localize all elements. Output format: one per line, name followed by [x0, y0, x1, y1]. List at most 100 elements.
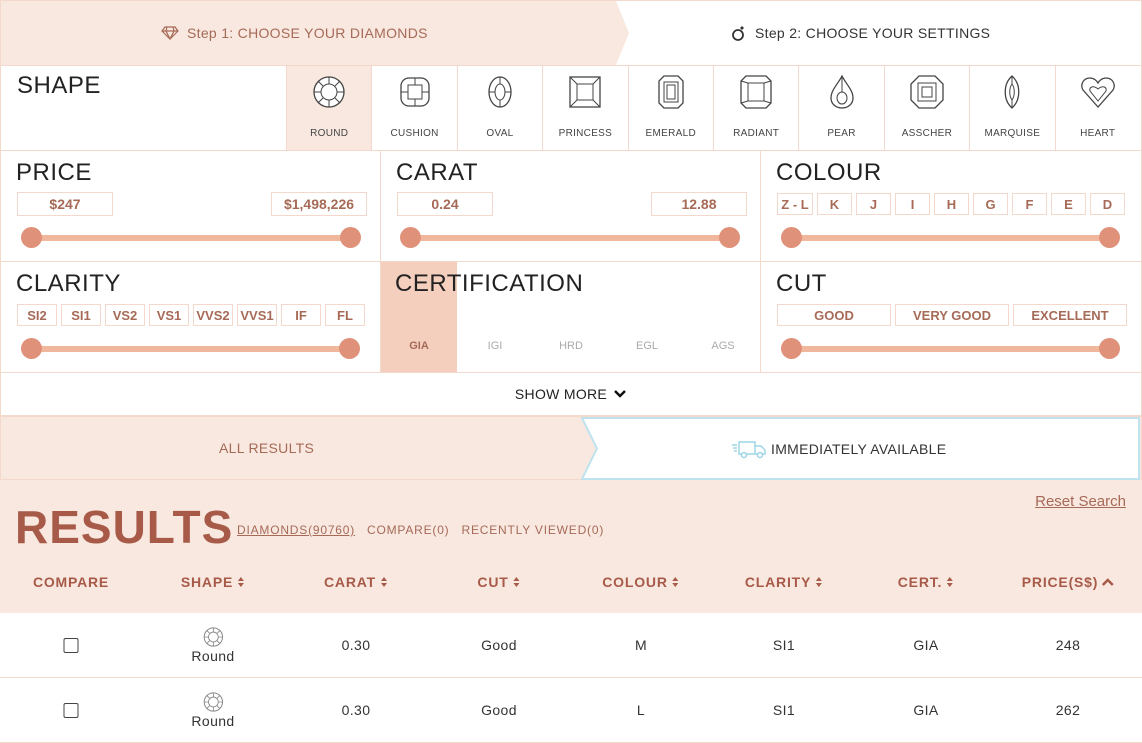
- marquise-diamond-icon: [1004, 75, 1020, 109]
- reset-search-link[interactable]: Reset Search: [1035, 493, 1126, 510]
- carat-max-input[interactable]: 12.88: [651, 192, 747, 216]
- carat-min-handle[interactable]: [400, 227, 421, 248]
- carat-max-handle[interactable]: [719, 227, 740, 248]
- cut-chip[interactable]: VERY GOOD: [895, 304, 1009, 326]
- cut-chip[interactable]: EXCELLENT: [1013, 304, 1127, 326]
- cut-min-handle[interactable]: [781, 338, 802, 359]
- column-header-carat[interactable]: CARAT: [324, 574, 388, 590]
- price-cell: 262: [1055, 702, 1081, 718]
- colour-chip[interactable]: H: [934, 193, 969, 215]
- column-header-price[interactable]: PRICE(S$): [1022, 574, 1115, 590]
- cut-filter: CUT GOOD VERY GOOD EXCELLENT: [760, 262, 1142, 373]
- clarity-chip[interactable]: SI1: [61, 304, 101, 326]
- colour-chip[interactable]: F: [1012, 193, 1047, 215]
- ring-icon: [732, 26, 744, 41]
- step-2-tab[interactable]: Step 2: CHOOSE YOUR SETTINGS: [731, 25, 990, 41]
- compare-count-link[interactable]: COMPARE(0): [367, 523, 449, 537]
- price-slider-track[interactable]: [23, 235, 357, 241]
- clarity-chip[interactable]: IF: [281, 304, 321, 326]
- shape-label: ROUND: [310, 128, 349, 139]
- colour-min-handle[interactable]: [781, 227, 802, 248]
- sort-icon: [947, 577, 954, 587]
- shape-option-heart[interactable]: HEART: [1054, 66, 1140, 150]
- shape-option-marquise[interactable]: MARQUISE: [969, 66, 1054, 150]
- immediately-available-label: IMMEDIATELY AVAILABLE: [771, 441, 947, 457]
- cert-cell: GIA: [913, 702, 939, 718]
- sort-ascending-icon: [1102, 577, 1115, 586]
- cert-option-ags[interactable]: AGS: [685, 262, 761, 372]
- shape-option-round[interactable]: ROUND: [286, 66, 372, 150]
- compare-checkbox[interactable]: [63, 637, 79, 653]
- colour-cell: L: [636, 702, 646, 718]
- colour-slider-track[interactable]: [783, 235, 1119, 241]
- table-row[interactable]: Round 0.30 Good M SI1 GIA 248: [0, 613, 1142, 678]
- cut-max-handle[interactable]: [1099, 338, 1120, 359]
- column-header-colour[interactable]: COLOUR: [602, 574, 679, 590]
- shape-option-asscher[interactable]: ASSCHER: [883, 66, 969, 150]
- colour-chip[interactable]: I: [895, 193, 930, 215]
- clarity-chip[interactable]: FL: [325, 304, 365, 326]
- column-header-cut[interactable]: CUT: [477, 574, 520, 590]
- sort-icon: [672, 577, 679, 587]
- shape-option-princess[interactable]: PRINCESS: [542, 66, 627, 150]
- diamonds-count-link[interactable]: DIAMONDS(90760): [237, 523, 355, 537]
- colour-max-handle[interactable]: [1099, 227, 1120, 248]
- shape-cell: Round: [191, 678, 234, 742]
- shape-option-oval[interactable]: OVAL: [456, 66, 542, 150]
- colour-filter: COLOUR Z - L K J I H G F E D: [760, 151, 1142, 262]
- column-header-clarity[interactable]: CLARITY: [745, 574, 823, 590]
- show-more-label: SHOW MORE: [514, 386, 608, 402]
- recently-viewed-link[interactable]: RECENTLY VIEWED(0): [461, 523, 604, 537]
- clarity-min-handle[interactable]: [21, 338, 42, 359]
- availability-tabs: ALL RESULTS IMMEDIATELY AVAILABLE: [0, 416, 1142, 480]
- clarity-chip[interactable]: VVS1: [237, 304, 277, 326]
- clarity-max-handle[interactable]: [339, 338, 360, 359]
- table-row[interactable]: Round 0.30 Good L SI1 GIA 262: [0, 678, 1142, 743]
- cut-chip[interactable]: GOOD: [777, 304, 891, 326]
- carat-min-input[interactable]: 0.24: [397, 192, 493, 216]
- column-header-shape[interactable]: SHAPE: [181, 574, 245, 590]
- clarity-cell: SI1: [772, 702, 796, 718]
- immediately-available-tab[interactable]: IMMEDIATELY AVAILABLE: [581, 417, 1141, 480]
- shape-option-pear[interactable]: PEAR: [798, 66, 883, 150]
- clarity-chip[interactable]: VS1: [149, 304, 189, 326]
- show-more-button[interactable]: SHOW MORE: [0, 373, 1142, 416]
- shape-option-cushion[interactable]: CUSHION: [371, 66, 456, 150]
- colour-chip[interactable]: D: [1090, 193, 1125, 215]
- price-min-input[interactable]: $247: [17, 192, 113, 216]
- clarity-slider-track[interactable]: [23, 346, 357, 352]
- cert-option-egl[interactable]: EGL: [609, 262, 685, 372]
- clarity-chip[interactable]: SI2: [17, 304, 57, 326]
- colour-chip[interactable]: E: [1051, 193, 1086, 215]
- step-1-content[interactable]: Step 1: CHOOSE YOUR DIAMONDS: [161, 25, 428, 41]
- shape-option-radiant[interactable]: RADIANT: [712, 66, 798, 150]
- clarity-chip[interactable]: VS2: [105, 304, 145, 326]
- price-filter: PRICE $247 $1,498,226: [0, 151, 381, 262]
- carat-slider-track[interactable]: [403, 235, 737, 241]
- compare-checkbox[interactable]: [63, 702, 79, 718]
- immediately-available-content: IMMEDIATELY AVAILABLE: [731, 439, 946, 459]
- price-max-handle[interactable]: [340, 227, 361, 248]
- colour-options: Z - L K J I H G F E D: [777, 193, 1125, 215]
- shape-option-emerald[interactable]: EMERALD: [627, 66, 713, 150]
- clarity-chip[interactable]: VVS2: [193, 304, 233, 326]
- price-max-input[interactable]: $1,498,226: [271, 192, 367, 216]
- colour-chip[interactable]: G: [973, 193, 1008, 215]
- sort-icon: [513, 577, 520, 587]
- carat-cell: 0.30: [341, 637, 371, 653]
- cut-slider-track[interactable]: [783, 346, 1119, 352]
- cut-title: CUT: [776, 270, 827, 297]
- asscher-diamond-icon: [910, 75, 944, 109]
- step-progress-bar: Step 1: CHOOSE YOUR DIAMONDS Step 2: CHO…: [0, 0, 1142, 66]
- shape-label: HEART: [1080, 128, 1116, 139]
- shape-name: Round: [191, 713, 235, 729]
- shape-label: MARQUISE: [984, 128, 1041, 139]
- sort-icon: [238, 577, 245, 587]
- price-min-handle[interactable]: [21, 227, 42, 248]
- column-header-cert[interactable]: CERT.: [898, 574, 954, 590]
- colour-chip[interactable]: K: [817, 193, 852, 215]
- colour-chip[interactable]: Z - L: [777, 193, 813, 215]
- all-results-tab[interactable]: ALL RESULTS: [219, 440, 314, 456]
- heart-diamond-icon: [1080, 77, 1115, 108]
- colour-chip[interactable]: J: [856, 193, 891, 215]
